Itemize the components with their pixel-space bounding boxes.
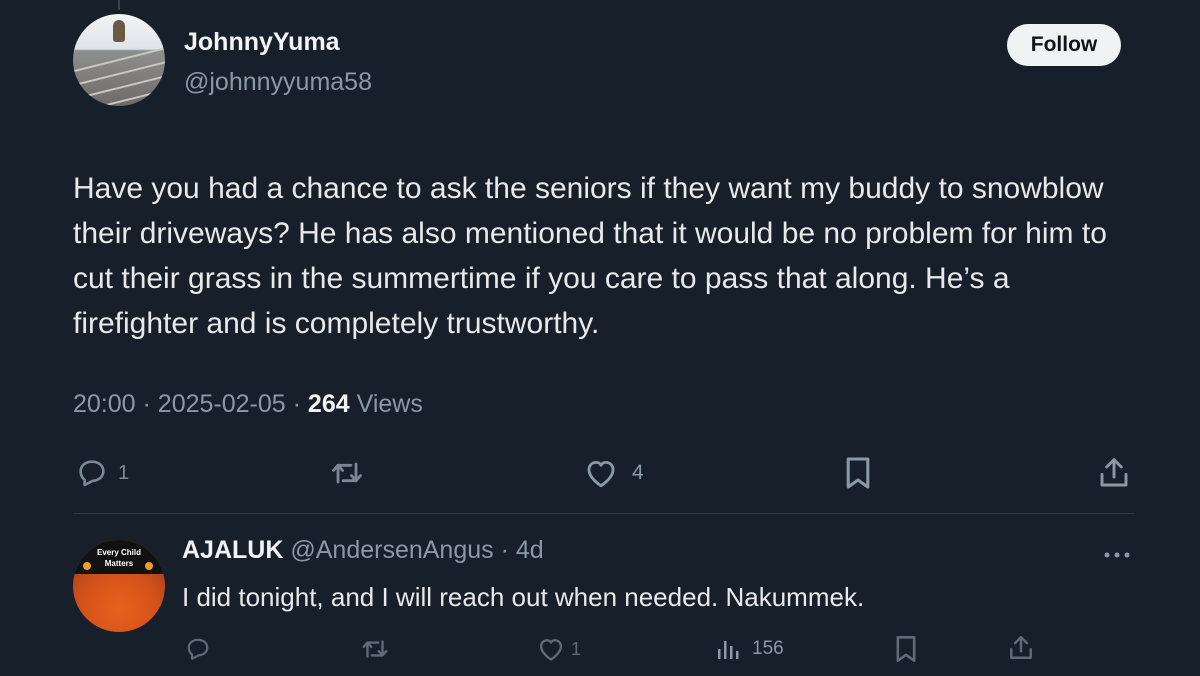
meta-separator: · [292, 390, 301, 418]
avatar[interactable] [73, 14, 165, 106]
bookmark-icon [844, 456, 872, 490]
like-action[interactable]: 4 [584, 457, 644, 489]
heart-icon [537, 636, 565, 662]
bird-image [113, 20, 125, 42]
reply-age[interactable]: 4d [516, 536, 544, 564]
retweet-icon [329, 457, 365, 489]
retweet-action[interactable] [329, 457, 365, 489]
share-icon [1008, 633, 1034, 663]
reply-like-action[interactable]: 1 [537, 636, 581, 662]
speech-bubble-icon [185, 636, 211, 662]
reply-retweet-action[interactable] [360, 636, 390, 662]
reply-display-name[interactable]: AJALUK [182, 536, 283, 564]
bookmark-icon [894, 635, 918, 663]
reply-like-count: 1 [571, 638, 582, 659]
author-display-name[interactable]: JohnnyYuma [184, 28, 340, 57]
views-label: Views [356, 390, 423, 418]
reply-reply-action[interactable] [185, 636, 211, 662]
reply-views-action[interactable]: 156 [716, 637, 784, 661]
thread-connector-line [118, 0, 120, 10]
tweet-meta: 20:00 · 2025-02-05 · 264 Views [73, 390, 423, 419]
reply-bookmark-action[interactable] [894, 635, 918, 663]
heart-icon [584, 457, 618, 489]
views-count: 264 [307, 390, 350, 418]
retweet-icon [360, 636, 390, 662]
like-count: 4 [632, 461, 644, 484]
share-action[interactable] [1098, 455, 1130, 491]
reply-action[interactable]: 1 [76, 457, 129, 489]
tweet-date[interactable]: 2025-02-05 [158, 390, 286, 418]
tweet-time[interactable]: 20:00 [73, 390, 136, 418]
meta-separator: · [142, 390, 151, 418]
reply-share-action[interactable] [1008, 633, 1034, 663]
speech-bubble-icon [76, 457, 108, 489]
bookmark-action[interactable] [844, 456, 872, 490]
reply-avatar[interactable]: Every Child Matters [73, 540, 165, 632]
reply-views-count: 156 [752, 638, 784, 659]
reply-header: AJALUK @AndersenAngus · 4d [182, 536, 544, 565]
reply-count: 1 [118, 461, 130, 484]
share-icon [1098, 455, 1130, 491]
reply-text: I did tonight, and I will reach out when… [182, 582, 865, 612]
bar-chart-icon [716, 637, 740, 661]
follow-button[interactable]: Follow [1007, 24, 1121, 66]
avatar-text-line1: Every Child [96, 548, 141, 557]
reply-handle[interactable]: @AndersenAngus [290, 536, 493, 564]
author-handle[interactable]: @johnnyyuma58 [184, 68, 372, 97]
more-horizontal-icon[interactable] [1102, 547, 1132, 565]
meta-separator: · [500, 536, 509, 564]
tweet-text: Have you had a chance to ask the seniors… [73, 172, 1107, 340]
divider [73, 513, 1135, 514]
